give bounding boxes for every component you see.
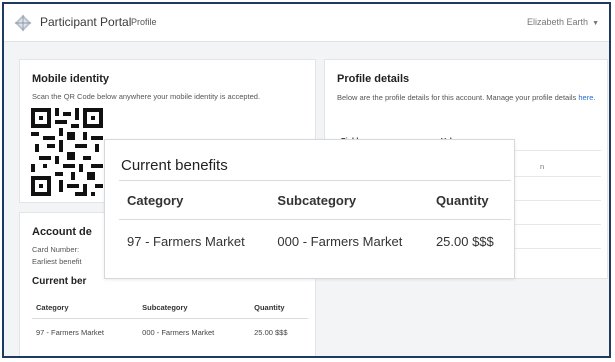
card-number-label: Card Number: bbox=[32, 245, 80, 254]
header-category: Category bbox=[32, 297, 139, 319]
cell-category: 97 - Farmers Market bbox=[127, 234, 245, 249]
nav-link-profile[interactable]: Profile bbox=[131, 17, 157, 27]
profile-details-title: Profile details bbox=[337, 73, 410, 85]
chevron-down-icon: ▼ bbox=[592, 20, 599, 27]
popup-title: Current benefits bbox=[121, 157, 228, 174]
current-benefits-table: Category Subcategory Quantity 97 - Farme… bbox=[32, 297, 308, 346]
top-navbar: Participant Portal Profile Elizabeth Ear… bbox=[4, 4, 609, 42]
header-category: Category bbox=[119, 180, 270, 220]
current-benefits-popup: Current benefits Category Subcategory Qu… bbox=[104, 139, 515, 279]
qr-code-image bbox=[31, 108, 103, 196]
brand-title[interactable]: Participant Portal bbox=[40, 15, 131, 29]
cell-quantity: 25.00 $$$ bbox=[254, 328, 288, 337]
account-details-title: Account de bbox=[32, 226, 92, 238]
table-header-row: Category Subcategory Quantity bbox=[32, 297, 308, 319]
portal-logo-icon bbox=[14, 14, 32, 32]
app-window: Participant Portal Profile Elizabeth Ear… bbox=[2, 2, 611, 358]
table-header-row: Category Subcategory Quantity bbox=[119, 180, 511, 220]
table-row: 97 - Farmers Market 000 - Farmers Market… bbox=[32, 319, 308, 347]
header-subcategory: Subcategory bbox=[269, 180, 428, 220]
header-quantity: Quantity bbox=[427, 180, 511, 220]
user-name: Elizabeth Earth bbox=[527, 17, 589, 27]
mobile-identity-title: Mobile identity bbox=[32, 73, 109, 85]
profile-description-text: Below are the profile details for this a… bbox=[337, 93, 579, 102]
earliest-benefit-label: Earliest benefit bbox=[32, 257, 82, 266]
cell-subcategory: 000 - Farmers Market bbox=[142, 328, 215, 337]
current-benefits-title: Current ber bbox=[32, 276, 87, 287]
manage-profile-link[interactable]: here. bbox=[578, 93, 595, 102]
profile-details-description: Below are the profile details for this a… bbox=[337, 92, 599, 103]
cell-category: 97 - Farmers Market bbox=[36, 328, 104, 337]
user-menu[interactable]: Elizabeth Earth ▼ bbox=[527, 17, 599, 27]
header-quantity: Quantity bbox=[250, 297, 308, 319]
cell-quantity: 25.00 $$$ bbox=[435, 234, 494, 249]
cell-subcategory: 000 - Farmers Market bbox=[277, 234, 403, 249]
mobile-identity-description: Scan the QR Code below anywhere your mob… bbox=[32, 92, 261, 101]
popup-benefits-table: Category Subcategory Quantity 97 - Farme… bbox=[119, 180, 511, 263]
partial-value-text: n bbox=[540, 162, 545, 171]
header-subcategory: Subcategory bbox=[138, 297, 251, 319]
table-row: 97 - Farmers Market 000 - Farmers Market… bbox=[119, 220, 511, 264]
